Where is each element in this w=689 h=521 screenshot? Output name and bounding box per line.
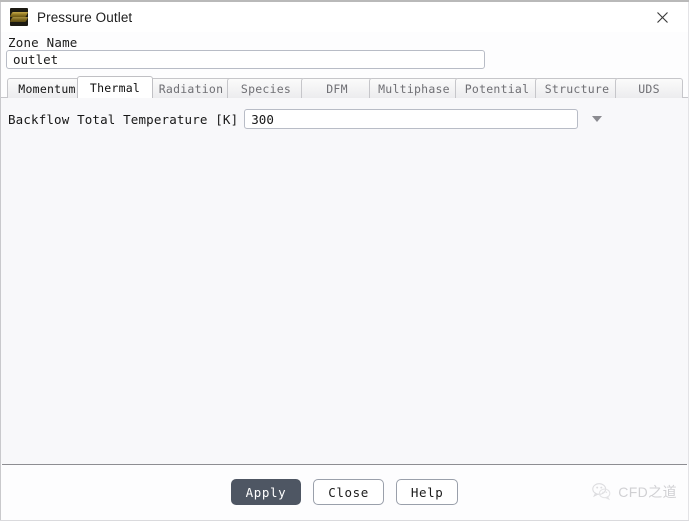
pressure-outlet-dialog: Pressure Outlet Zone Name Momentum Therm… (0, 0, 689, 521)
tab-structure[interactable]: Structure (535, 78, 619, 98)
tab-label: Multiphase (378, 81, 450, 96)
tab-radiation[interactable]: Radiation (149, 78, 233, 98)
tab-label: UDS (638, 81, 660, 96)
tab-label: Momentum (18, 81, 76, 96)
tab-thermal[interactable]: Thermal (77, 76, 153, 98)
tab-label: Radiation (158, 81, 224, 96)
tab-label: DFM (326, 81, 348, 96)
tab-potential[interactable]: Potential (455, 78, 539, 98)
watermark-text: CFD之道 (618, 483, 677, 500)
tab-multiphase[interactable]: Multiphase (369, 78, 459, 98)
window-title: Pressure Outlet (37, 9, 133, 25)
wechat-icon (591, 481, 612, 502)
tab-momentum[interactable]: Momentum (7, 78, 87, 98)
tab-uds[interactable]: UDS (615, 78, 683, 98)
zone-name-input[interactable] (6, 50, 485, 69)
tab-label: Potential (464, 81, 530, 96)
fluent-mesh-icon (10, 8, 28, 26)
footer-button-row: Apply Close Help (1, 479, 688, 505)
tab-strip: Momentum Thermal Radiation Species DFM M… (1, 76, 688, 98)
chevron-down-icon[interactable] (586, 109, 608, 129)
tab-label: Thermal (89, 80, 141, 95)
dialog-footer: Apply Close Help (1, 465, 688, 520)
thermal-tab-panel: Backflow Total Temperature [K] (1, 98, 688, 464)
backflow-total-temperature-input[interactable] (244, 109, 579, 129)
tab-label: Structure (544, 81, 610, 96)
zone-name-label: Zone Name (8, 35, 78, 50)
help-button[interactable]: Help (395, 479, 459, 505)
title-bar: Pressure Outlet (1, 2, 688, 32)
backflow-total-temperature-label: Backflow Total Temperature [K] (8, 111, 239, 127)
backflow-total-temperature-row: Backflow Total Temperature [K] (8, 109, 608, 129)
tab-label: Species (240, 81, 292, 96)
tab-dfm[interactable]: DFM (301, 78, 373, 98)
apply-button[interactable]: Apply (230, 479, 302, 505)
close-icon[interactable] (642, 4, 682, 31)
watermark: CFD之道 (591, 481, 677, 502)
tab-species[interactable]: Species (227, 78, 305, 98)
close-button[interactable]: Close (313, 479, 384, 505)
